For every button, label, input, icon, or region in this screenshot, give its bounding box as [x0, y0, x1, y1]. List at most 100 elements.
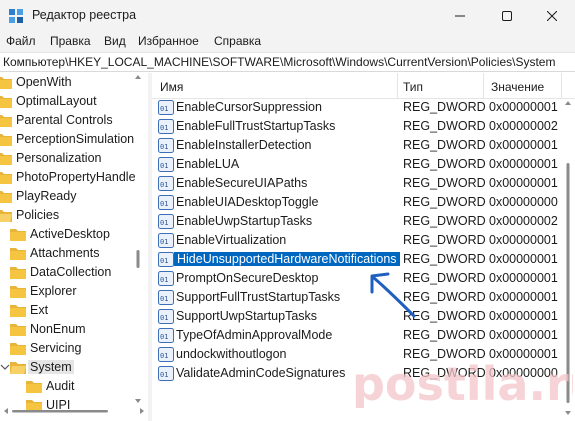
- menu-file[interactable]: Файл: [6, 34, 36, 48]
- address-path: Компьютер\HKEY_LOCAL_MACHINE\SOFTWARE\Mi…: [3, 55, 556, 69]
- list-row[interactable]: 01 EnableSecureUIAPaths REG_DWORD 0x0000…: [152, 174, 575, 193]
- list-row[interactable]: 01 PromptOnSecureDesktop REG_DWORD 0x000…: [152, 269, 575, 288]
- value-type: REG_DWORD: [403, 100, 486, 114]
- maximize-button[interactable]: [484, 0, 530, 32]
- window-title: Редактор реестра: [32, 8, 137, 22]
- value-data: 0x00000002: [489, 214, 558, 228]
- value-data: 0x00000001: [489, 271, 558, 285]
- tree-item-label: OpenWith: [16, 75, 72, 89]
- svg-text:01: 01: [160, 238, 168, 246]
- value-data: 0x00000001: [489, 100, 558, 114]
- reg-dword-icon: 01: [158, 119, 174, 134]
- value-name: EnableLUA: [176, 157, 240, 171]
- value-type: REG_DWORD: [403, 271, 486, 285]
- value-data: 0x00000001: [489, 309, 558, 323]
- list-row[interactable]: 01 SupportFullTrustStartupTasks REG_DWOR…: [152, 288, 575, 307]
- address-bar[interactable]: Компьютер\HKEY_LOCAL_MACHINE\SOFTWARE\Mi…: [0, 52, 575, 72]
- list-row[interactable]: 01 SupportUwpStartupTasks REG_DWORD 0x00…: [152, 307, 575, 326]
- value-type: REG_DWORD: [403, 328, 486, 342]
- list-row[interactable]: 01 EnableFullTrustStartupTasks REG_DWORD…: [152, 117, 575, 136]
- tree-item-label: PlayReady: [16, 189, 77, 203]
- menu-view[interactable]: Вид: [104, 34, 126, 48]
- watermark-logo: postila.ru: [352, 357, 573, 408]
- folder-open-icon: [0, 210, 12, 222]
- value-type: REG_DWORD: [403, 176, 486, 190]
- reg-dword-icon: 01: [158, 366, 174, 381]
- value-data: 0x00000001: [489, 252, 558, 266]
- folder-icon: [0, 153, 12, 165]
- close-button[interactable]: [529, 0, 575, 32]
- folder-icon: [26, 381, 42, 393]
- svg-text:01: 01: [160, 105, 168, 113]
- folder-icon: [10, 229, 26, 241]
- tree-item-label: Ext: [30, 303, 49, 317]
- value-name: SupportUwpStartupTasks: [176, 309, 318, 323]
- value-name: EnableUwpStartupTasks: [176, 214, 313, 228]
- column-divider[interactable]: [483, 73, 484, 99]
- svg-text:01: 01: [160, 143, 168, 151]
- minimize-button[interactable]: [437, 0, 483, 32]
- list-row[interactable]: 01 EnableUwpStartupTasks REG_DWORD 0x000…: [152, 212, 575, 231]
- value-name: SupportFullTrustStartupTasks: [176, 290, 341, 304]
- value-name: undockwithoutlogon: [176, 347, 287, 361]
- tree-item-label: System: [28, 360, 74, 374]
- reg-dword-icon: 01: [158, 233, 174, 248]
- column-divider[interactable]: [397, 73, 398, 99]
- value-data: 0x00000001: [489, 328, 558, 342]
- value-name: EnableVirtualization: [176, 233, 287, 247]
- reg-dword-icon: 01: [158, 157, 174, 172]
- reg-dword-icon: 01: [158, 328, 174, 343]
- svg-text:01: 01: [160, 200, 168, 208]
- list-row-selected[interactable]: 01 HideUnsupportedHardwareNotifications …: [152, 250, 575, 269]
- value-name: PromptOnSecureDesktop: [176, 271, 319, 285]
- list-row[interactable]: 01 EnableUIADesktopToggle REG_DWORD 0x00…: [152, 193, 575, 212]
- menu-edit[interactable]: Правка: [50, 34, 91, 48]
- menu-bar: Файл Правка Вид Избранное Справка: [0, 32, 575, 52]
- value-name: TypeOfAdminApprovalMode: [176, 328, 333, 342]
- reg-dword-icon: 01: [158, 195, 174, 210]
- chevron-down-icon[interactable]: [0, 362, 10, 372]
- list-row[interactable]: 01 EnableVirtualization REG_DWORD 0x0000…: [152, 231, 575, 250]
- tree-item-label: Audit: [46, 379, 75, 393]
- reg-dword-icon: 01: [158, 271, 174, 286]
- value-data: 0x00000002: [489, 119, 558, 133]
- svg-text:01: 01: [160, 219, 168, 227]
- value-data: 0x00000001: [489, 290, 558, 304]
- list-row[interactable]: 01 EnableInstallerDetection REG_DWORD 0x…: [152, 136, 575, 155]
- column-header-type[interactable]: Тип: [403, 80, 423, 94]
- tree-horizontal-scrollbar[interactable]: [0, 405, 148, 417]
- tree-item-label: PhotoPropertyHandle: [16, 170, 136, 184]
- value-data: 0x00000000: [489, 195, 558, 209]
- minimize-icon: [455, 15, 465, 17]
- maximize-icon: [502, 11, 512, 21]
- list-header: Имя Тип Значение: [152, 73, 575, 99]
- reg-dword-icon: 01: [158, 176, 174, 191]
- reg-dword-icon: 01: [158, 214, 174, 229]
- svg-text:01: 01: [160, 371, 168, 379]
- tree-vertical-scrollbar[interactable]: [133, 73, 143, 405]
- menu-help[interactable]: Справка: [214, 34, 261, 48]
- value-type: REG_DWORD: [403, 157, 486, 171]
- menu-favorites[interactable]: Избранное: [138, 34, 199, 48]
- value-type: REG_DWORD: [403, 214, 486, 228]
- list-row[interactable]: 01 EnableLUA REG_DWORD 0x00000001: [152, 155, 575, 174]
- close-icon: [547, 11, 557, 21]
- column-header-name[interactable]: Имя: [160, 80, 183, 94]
- list-row[interactable]: 01 TypeOfAdminApprovalMode REG_DWORD 0x0…: [152, 326, 575, 345]
- value-name: EnableCursorSuppression: [176, 100, 322, 114]
- column-divider[interactable]: [561, 73, 562, 99]
- folder-icon: [0, 134, 12, 146]
- value-type: REG_DWORD: [403, 252, 486, 266]
- folder-icon: [0, 191, 12, 203]
- folder-icon: [10, 324, 26, 336]
- list-row[interactable]: 01 EnableCursorSuppression REG_DWORD 0x0…: [152, 98, 575, 117]
- svg-text:01: 01: [160, 276, 168, 284]
- tree-item-label: Servicing: [30, 341, 82, 355]
- column-header-value[interactable]: Значение: [491, 80, 544, 94]
- key-tree[interactable]: OpenWith OptimalLayout Parental Controls…: [0, 73, 148, 413]
- value-name: EnableUIADesktopToggle: [176, 195, 319, 209]
- folder-icon: [0, 115, 12, 127]
- tree-item-label: Personalization: [16, 151, 102, 165]
- reg-dword-icon: 01: [158, 100, 174, 115]
- value-type: REG_DWORD: [403, 195, 486, 209]
